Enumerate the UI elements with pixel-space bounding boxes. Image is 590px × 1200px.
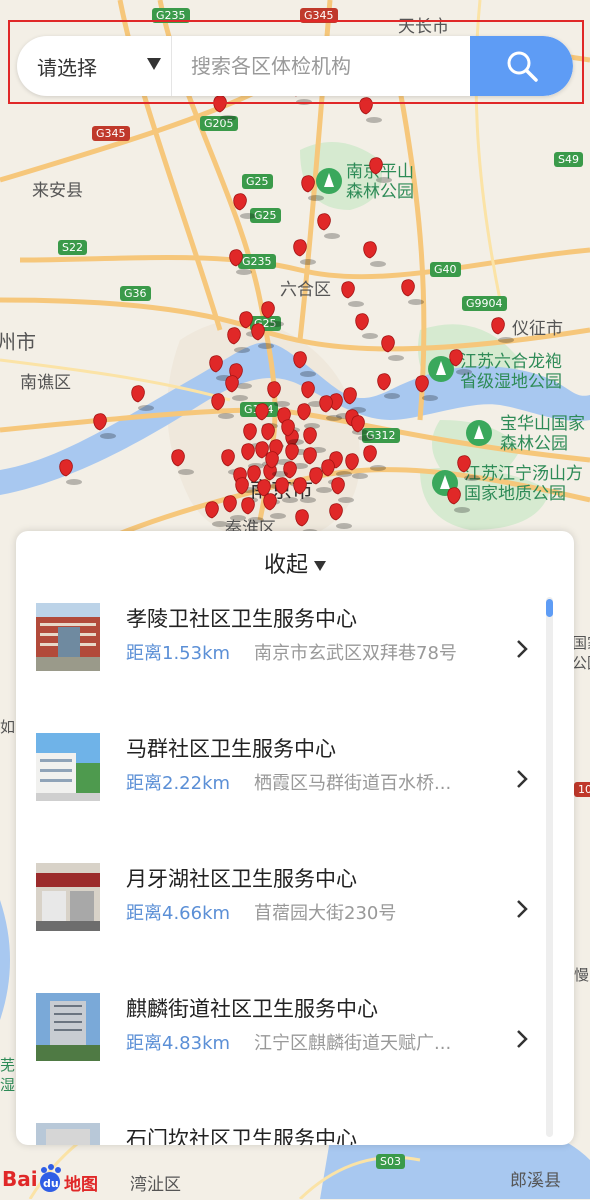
facility-address: 南京市玄武区双拜巷78号 bbox=[254, 643, 457, 664]
facility-name: 孝陵卫社区卫生服务中心 bbox=[126, 607, 357, 631]
road-shield: S22 bbox=[58, 240, 87, 255]
facility-distance: 距离4.66km bbox=[126, 903, 231, 924]
facility-thumbnail bbox=[36, 1123, 100, 1145]
park-label-pingshan: 南京平山 森林公园 bbox=[346, 162, 414, 202]
park-icon bbox=[316, 168, 342, 194]
chevron-right-icon bbox=[517, 900, 528, 918]
caret-down-icon bbox=[314, 561, 326, 571]
road-shield: G25 bbox=[250, 208, 281, 223]
list-item[interactable]: 马群社区卫生服务中心 距离2.22km 栖霞区马群街道百水桥... bbox=[16, 723, 556, 852]
map-edge-label: 如 bbox=[0, 718, 16, 736]
chevron-right-icon bbox=[517, 640, 528, 658]
chevron-right-icon bbox=[517, 1030, 528, 1048]
dropdown-arrow-icon bbox=[147, 58, 161, 70]
scrollbar-thumb[interactable] bbox=[546, 599, 553, 617]
search-bar: 请选择 bbox=[17, 36, 573, 96]
road-shield: S03 bbox=[376, 1154, 405, 1169]
map-label-laian: 来安县 bbox=[32, 181, 83, 201]
park-label-tangshan: 江苏江宁汤山方 国家地质公园 bbox=[464, 464, 583, 504]
road-shield: G104 bbox=[240, 402, 278, 417]
facility-thumbnail bbox=[36, 603, 100, 671]
map-edge-label: 公园 bbox=[572, 654, 590, 672]
facility-name: 马群社区卫生服务中心 bbox=[126, 737, 336, 761]
search-button[interactable] bbox=[470, 36, 573, 96]
map-label-yizheng: 仪征市 bbox=[512, 319, 563, 339]
road-shield: 104 bbox=[574, 782, 590, 797]
facility-address: 栖霞区马群街道百水桥... bbox=[254, 773, 452, 794]
road-shield: G25 bbox=[242, 174, 273, 189]
map-edge-label: 国家 bbox=[572, 634, 590, 652]
search-divider bbox=[171, 36, 172, 96]
facility-name: 月牙湖社区卫生服务中心 bbox=[126, 867, 357, 891]
map-label-langxi: 郎溪县 bbox=[510, 1171, 561, 1191]
facility-name: 石门坎社区卫生服务中心 bbox=[126, 1127, 357, 1145]
road-shield: G312 bbox=[362, 428, 400, 443]
collapse-label: 收起 bbox=[263, 553, 308, 578]
map-label-liuhe: 六合区 bbox=[280, 280, 331, 300]
facility-thumbnail bbox=[36, 733, 100, 801]
map-edge-label: 湿 bbox=[0, 1076, 16, 1094]
park-icon bbox=[428, 356, 454, 382]
svg-text:du: du bbox=[43, 1177, 59, 1190]
road-shield: G25 bbox=[250, 316, 281, 331]
district-select-label: 请选择 bbox=[37, 55, 97, 80]
baidu-map-logo: Bai du 地图 bbox=[2, 1162, 106, 1196]
facility-address: 江宁区麒麟街道天赋广... bbox=[254, 1033, 452, 1054]
list-item[interactable]: 孝陵卫社区卫生服务中心 距离1.53km 南京市玄武区双拜巷78号 bbox=[16, 593, 556, 722]
map-edge-label: 芜 bbox=[0, 1056, 16, 1074]
facility-distance: 距离2.22km bbox=[126, 773, 231, 794]
facility-distance: 距离1.53km bbox=[126, 643, 231, 664]
map-label-nanjing: 南京市 bbox=[250, 478, 313, 502]
map-label-nanqiao: 南谯区 bbox=[20, 373, 71, 393]
road-shield: G345 bbox=[92, 126, 130, 141]
svg-text:Bai: Bai bbox=[2, 1167, 38, 1191]
road-shield: G9904 bbox=[462, 296, 507, 311]
facility-thumbnail bbox=[36, 863, 100, 931]
scrollbar-track[interactable] bbox=[546, 597, 553, 1137]
map-edge-label: 慢 bbox=[574, 966, 590, 984]
facility-address: 苜蓿园大街230号 bbox=[254, 903, 397, 924]
park-icon bbox=[466, 420, 492, 446]
svg-text:地图: 地图 bbox=[64, 1174, 98, 1195]
results-panel: 收起 孝陵卫社区卫生服务中心 距离1.53km 南京市玄武区双拜巷78号 马群社… bbox=[16, 531, 574, 1145]
park-icon bbox=[432, 470, 458, 496]
list-item[interactable]: 月牙湖社区卫生服务中心 距离4.66km 苜蓿园大街230号 bbox=[16, 853, 556, 982]
map-label-wanzhi: 湾沚区 bbox=[130, 1175, 181, 1195]
road-shield: G235 bbox=[238, 254, 276, 269]
search-icon bbox=[507, 51, 538, 82]
chevron-right-icon bbox=[517, 770, 528, 788]
road-shield: G205 bbox=[200, 116, 238, 131]
facility-name: 麒麟街道社区卫生服务中心 bbox=[126, 997, 378, 1021]
facility-distance: 距离4.83km bbox=[126, 1033, 231, 1054]
park-label-longpao: 江苏六合龙袍 省级湿地公园 bbox=[460, 352, 562, 392]
road-shield: S49 bbox=[554, 152, 583, 167]
results-list[interactable]: 孝陵卫社区卫生服务中心 距离1.53km 南京市玄武区双拜巷78号 马群社区卫生… bbox=[16, 593, 556, 1145]
list-item[interactable]: 麒麟街道社区卫生服务中心 距离4.83km 江宁区麒麟街道天赋广... bbox=[16, 983, 556, 1112]
park-label-baohua: 宝华山国家 森林公园 bbox=[500, 414, 585, 454]
list-item[interactable]: 石门坎社区卫生服务中心 bbox=[16, 1113, 556, 1145]
road-shield: G40 bbox=[430, 262, 461, 277]
district-select[interactable]: 请选择 bbox=[17, 36, 171, 96]
collapse-toggle[interactable]: 收起 bbox=[16, 547, 574, 579]
map-label-zhoushi: 州市 bbox=[0, 330, 36, 354]
road-shield: G36 bbox=[120, 286, 151, 301]
facility-thumbnail bbox=[36, 993, 100, 1061]
search-input[interactable] bbox=[173, 36, 468, 96]
